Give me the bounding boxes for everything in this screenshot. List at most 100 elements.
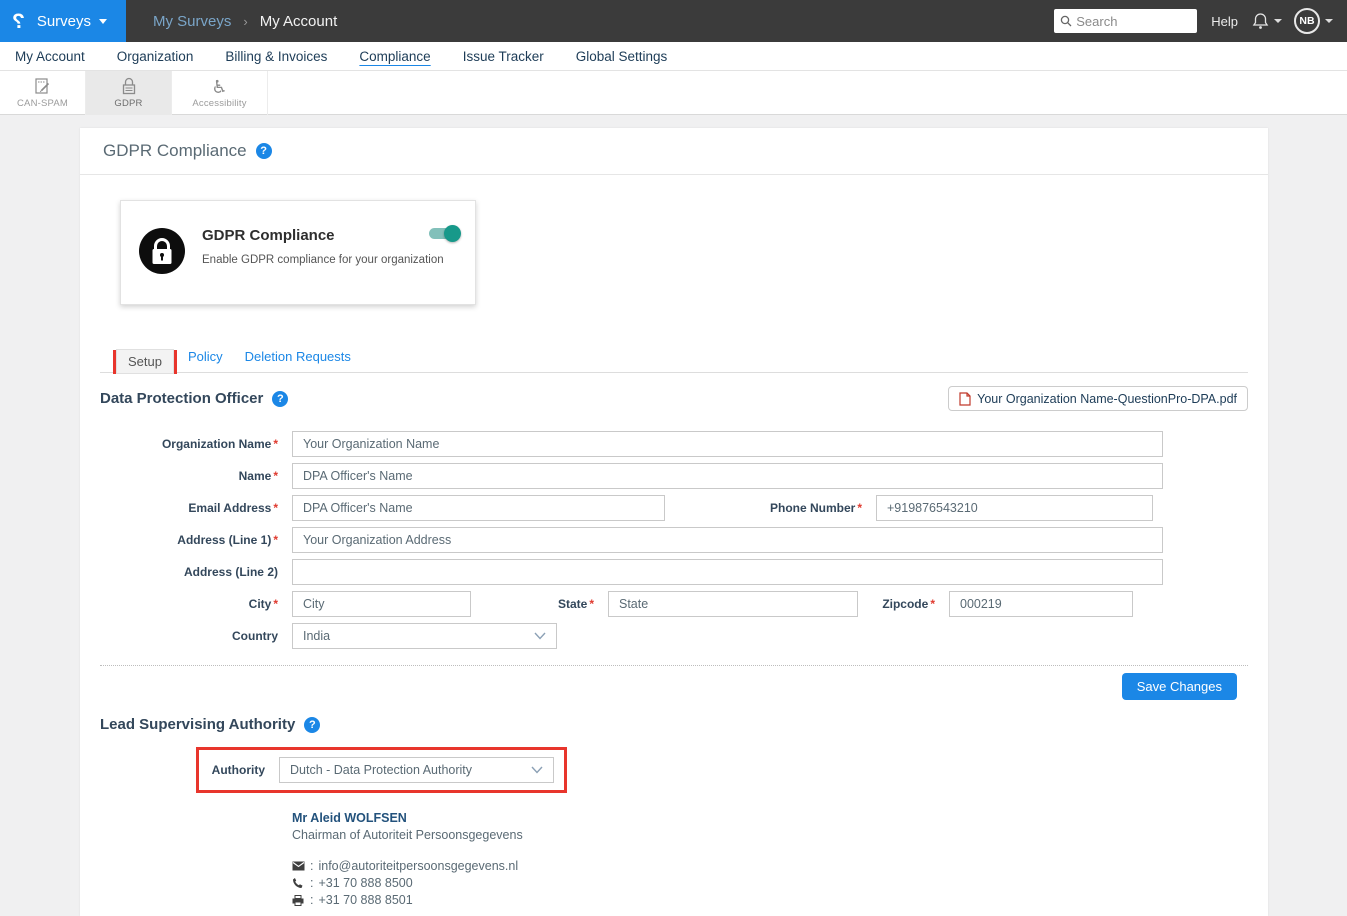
dpo-section-header: Data Protection Officer ? Your Organizat… [100,386,1248,411]
main-content: GDPR Compliance ? GDPR Compliance Enable… [0,115,1347,916]
form-row: Address (Line 1)* [100,527,1248,553]
breadcrumb: My Surveys › My Account [153,13,337,30]
help-link[interactable]: Help [1211,14,1238,29]
setup-tab-bar: Setup Policy Deletion Requests [100,343,1248,373]
address-line1-field[interactable] [292,527,1163,553]
zipcode-field[interactable] [949,591,1133,617]
dpa-pdf-button[interactable]: Your Organization Name-QuestionPro-DPA.p… [948,386,1248,411]
nav-my-account[interactable]: My Account [13,45,87,68]
bell-icon [1252,12,1269,30]
top-navbar: ? Surveys My Surveys › My Account Help N… [0,0,1347,42]
annotation-box-setup: Setup [113,350,177,374]
contact-phone-row: : +31 70 888 8500 [292,876,1268,890]
compliance-tab-bar: CAN-SPAM GDPR ♿ Accessibility [0,71,1347,115]
fax-icon [292,895,306,906]
state-field[interactable] [608,591,858,617]
address-line2-field[interactable] [292,559,1163,585]
wheelchair-icon: ♿ [211,78,227,96]
nav-organization[interactable]: Organization [115,45,196,68]
notifications-menu[interactable] [1252,12,1282,30]
contact-fax-row: : +31 70 888 8501 [292,893,1268,907]
email-address-field[interactable] [292,495,665,521]
phone-number-field[interactable] [876,495,1153,521]
chevron-down-icon [531,766,543,774]
authority-select[interactable]: Dutch - Data Protection Authority [279,757,554,783]
authority-value: Dutch - Data Protection Authority [290,763,472,777]
form-row: Organization Name* [100,431,1248,457]
lsa-section-header: Lead Supervising Authority ? [100,716,1248,733]
tab-label: GDPR [114,98,142,109]
zipcode-label: Zipcode* [858,597,935,611]
dpo-heading: Data Protection Officer ? [100,390,288,407]
nav-billing-invoices[interactable]: Billing & Invoices [223,45,329,68]
country-label: Country [100,629,278,643]
card-subtitle: Enable GDPR compliance for your organiza… [202,254,444,266]
help-icon[interactable]: ? [304,717,320,733]
city-label: City* [100,597,278,611]
page-title: GDPR Compliance [103,141,247,161]
breadcrumb-current: My Account [260,13,338,30]
breadcrumb-separator: › [243,14,247,29]
name-field[interactable] [292,463,1163,489]
lock-badge-icon [138,227,186,275]
country-select[interactable]: India [292,623,557,649]
nav-compliance[interactable]: Compliance [357,45,432,68]
form-row: City* State* Zipcode* [100,591,1248,617]
address-line1-label: Address (Line 1)* [100,533,278,547]
product-switcher[interactable]: ? Surveys [0,0,126,42]
gdpr-toggle[interactable] [429,228,459,239]
contact-phone: +31 70 888 8500 [318,876,412,890]
tab-can-spam[interactable]: CAN-SPAM [0,71,86,115]
account-nav: My Account Organization Billing & Invoic… [0,42,1347,71]
chevron-down-icon [1325,19,1333,23]
document-pencil-icon [33,77,52,96]
phone-icon [292,878,306,889]
toggle-knob [444,225,461,242]
panel-header: GDPR Compliance ? [80,128,1268,175]
chevron-down-icon [1274,19,1282,23]
dpo-save-button[interactable]: Save Changes [1122,673,1237,700]
card-title: GDPR Compliance [202,227,444,244]
email-address-label: Email Address* [100,501,278,515]
envelope-icon [292,861,306,871]
contact-email: info@autoriteitpersoonsgegevens.nl [318,859,518,873]
authority-contact-name: Mr Aleid WOLFSEN [292,811,1268,825]
lsa-heading: Lead Supervising Authority ? [100,716,320,733]
section-divider [100,665,1248,666]
gdpr-enable-card: GDPR Compliance Enable GDPR compliance f… [120,200,476,305]
avatar: NB [1294,8,1320,34]
help-icon[interactable]: ? [272,391,288,407]
organization-name-label: Organization Name* [100,437,278,451]
country-value: India [303,629,330,643]
phone-number-label: Phone Number* [665,501,862,515]
breadcrumb-my-surveys[interactable]: My Surveys [153,13,231,30]
search-box[interactable] [1054,9,1197,33]
search-input[interactable] [1076,14,1186,29]
chevron-down-icon [99,19,107,24]
gdpr-panel: GDPR Compliance ? GDPR Compliance Enable… [80,128,1268,916]
tab-setup[interactable]: Setup [116,349,174,374]
nav-issue-tracker[interactable]: Issue Tracker [461,45,546,68]
contact-email-row: : info@autoriteitpersoonsgegevens.nl [292,859,1268,873]
tab-gdpr[interactable]: GDPR [86,71,172,115]
tab-deletion-requests[interactable]: Deletion Requests [234,343,362,370]
contact-fax: +31 70 888 8501 [318,893,412,907]
padlock-icon [120,77,138,96]
search-icon [1060,15,1072,27]
authority-label: Authority [199,763,265,777]
pdf-file-icon [959,392,971,406]
form-row: Country India [100,623,1248,649]
authority-contact-card: Mr Aleid WOLFSEN Chairman of Autoriteit … [292,811,1268,907]
product-label: Surveys [37,13,91,30]
nav-global-settings[interactable]: Global Settings [574,45,670,68]
tab-accessibility[interactable]: ♿ Accessibility [172,71,268,115]
form-row: Email Address* Phone Number* [100,495,1248,521]
account-menu[interactable]: NB [1294,8,1333,34]
city-field[interactable] [292,591,471,617]
chevron-down-icon [534,632,546,640]
tab-policy[interactable]: Policy [177,343,234,370]
organization-name-field[interactable] [292,431,1163,457]
help-icon[interactable]: ? [256,143,272,159]
pdf-button-label: Your Organization Name-QuestionPro-DPA.p… [977,392,1237,406]
state-label: State* [471,597,594,611]
